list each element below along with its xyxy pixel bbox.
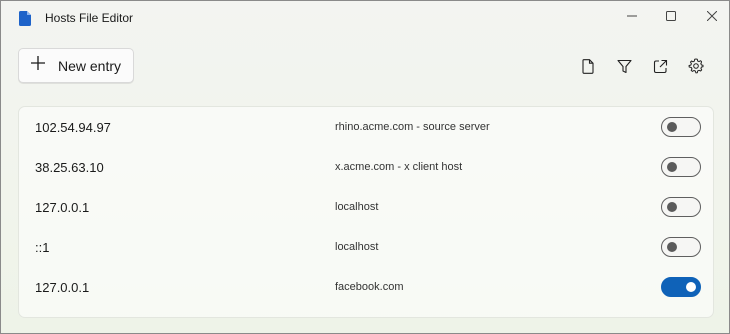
new-entry-button[interactable]: New entry <box>18 48 134 83</box>
window-title: Hosts File Editor <box>45 11 134 25</box>
entry-toggle[interactable] <box>661 237 701 257</box>
maximize-button[interactable] <box>648 1 694 31</box>
entry-toggle[interactable] <box>661 277 701 297</box>
new-entry-label: New entry <box>58 57 122 74</box>
entry-address: 127.0.0.1 <box>35 200 90 215</box>
entry-host: x.acme.com - x client host <box>335 161 463 173</box>
entry-toggle[interactable] <box>661 157 701 177</box>
entry-address: 127.0.0.1 <box>35 280 90 295</box>
toggle-knob <box>667 162 677 172</box>
list-item[interactable]: ::1 localhost <box>19 228 713 268</box>
document-icon <box>19 11 31 26</box>
toggle-knob <box>667 122 677 132</box>
entry-host: rhino.acme.com - source server <box>335 121 490 133</box>
filter-icon[interactable] <box>614 56 634 76</box>
entry-address: ::1 <box>35 240 50 255</box>
list-item[interactable]: 38.25.63.10 x.acme.com - x client host <box>19 148 713 188</box>
close-button[interactable] <box>689 1 730 31</box>
list-item[interactable]: 127.0.0.1 facebook.com <box>19 268 713 308</box>
entry-address: 102.54.94.97 <box>35 120 111 135</box>
entry-toggle[interactable] <box>661 117 701 137</box>
entry-host: facebook.com <box>335 281 404 293</box>
entry-address: 38.25.63.10 <box>35 160 104 175</box>
entry-host: localhost <box>335 241 379 253</box>
list-item[interactable]: 127.0.0.1 localhost <box>19 188 713 228</box>
title-bar: Hosts File Editor <box>1 1 729 35</box>
file-icon[interactable] <box>578 56 598 76</box>
maximize-icon <box>666 11 676 21</box>
entry-host: localhost <box>335 201 379 213</box>
open-external-icon[interactable] <box>650 56 670 76</box>
minimize-icon <box>627 11 637 21</box>
list-item[interactable]: 102.54.94.97 rhino.acme.com - source ser… <box>19 108 713 148</box>
entry-toggle[interactable] <box>661 197 701 217</box>
toggle-knob <box>686 282 696 292</box>
hosts-file-editor-window: Hosts File Editor New entry 102.54.94.97… <box>0 0 730 334</box>
toggle-knob <box>667 242 677 252</box>
close-icon <box>707 11 717 21</box>
hosts-entry-list: 102.54.94.97 rhino.acme.com - source ser… <box>18 106 714 318</box>
settings-gear-icon[interactable] <box>686 56 706 76</box>
toggle-knob <box>667 202 677 212</box>
plus-icon <box>31 56 45 75</box>
